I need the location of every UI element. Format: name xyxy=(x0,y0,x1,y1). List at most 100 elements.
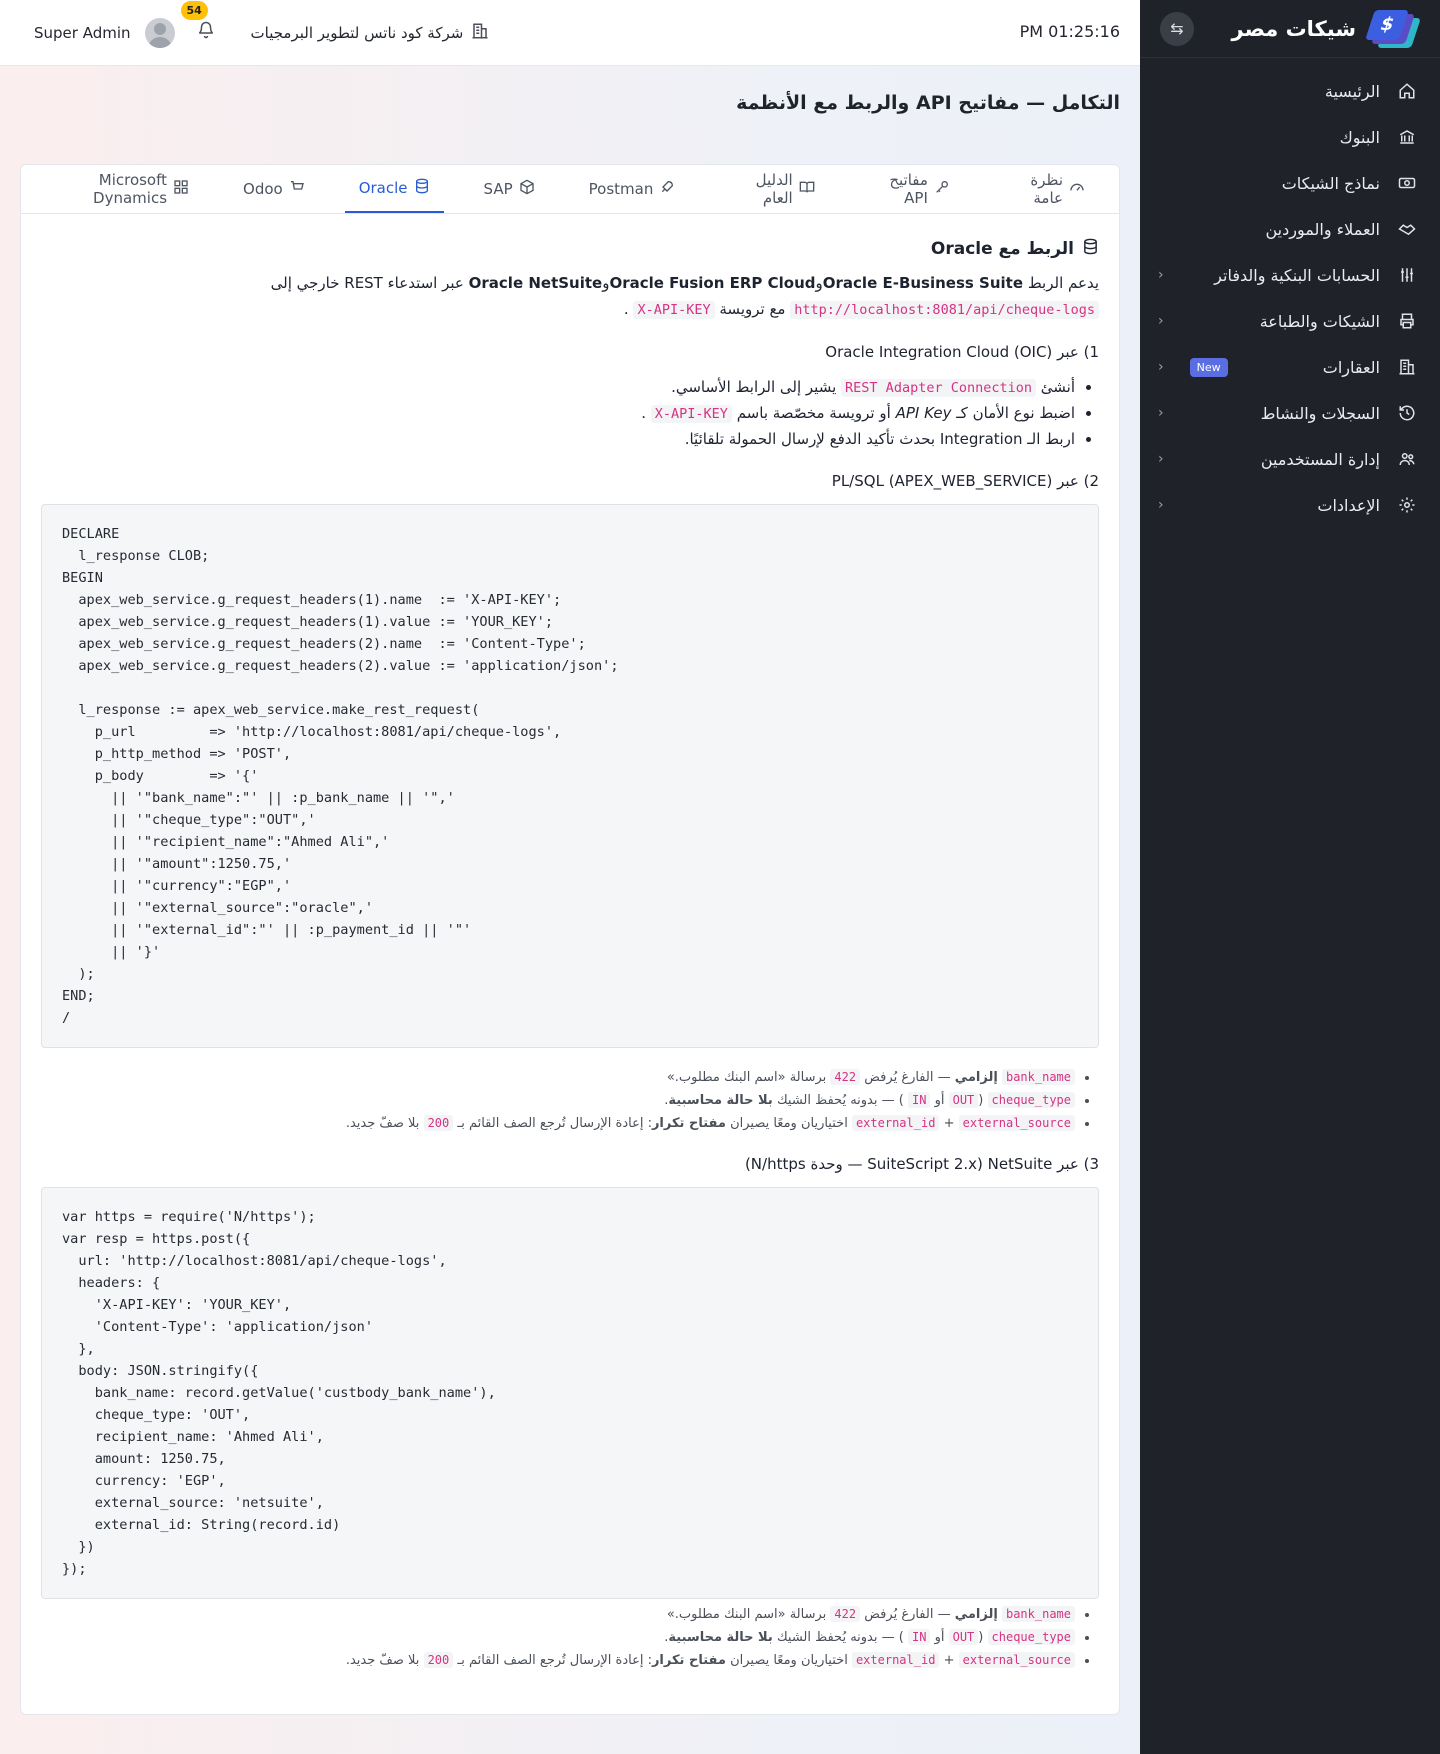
avatar[interactable] xyxy=(144,17,175,48)
field-notes: bank_name إلزامي — الفارغ يُرفض 422 برسا… xyxy=(41,1603,1099,1672)
text-bold: مفتاح تكرار xyxy=(651,1116,726,1131)
oracle-tab-content: الربط مع Oracle يدعم الربط Oracle E-Busi… xyxy=(21,214,1119,1672)
sidebar-item-cheque-templates[interactable]: نماذج الشيكات xyxy=(1140,160,1440,206)
sidebar-item-cheques-printing[interactable]: الشيكات والطباعة ‹ xyxy=(1140,298,1440,344)
chevron-left-icon: ‹ xyxy=(1158,267,1164,283)
inline-code: external_id xyxy=(851,1652,940,1668)
text: اختياريان ومعًا يصيران xyxy=(730,1116,848,1131)
cart-icon xyxy=(289,179,305,199)
bell-icon xyxy=(197,21,215,44)
integration-card: نظرة عامة مفاتيح API الدليل العام Postma… xyxy=(20,164,1120,1715)
notification-count-badge: 54 xyxy=(180,1,208,20)
inline-code: bank_name xyxy=(1001,1069,1075,1085)
chevron-left-icon: ‹ xyxy=(1158,451,1164,467)
tab-microsoft-dynamics[interactable]: Microsoft Dynamics xyxy=(21,165,203,213)
step-3-heading: 3) عبر NetSuite (SuiteScript 2.x — وحدة … xyxy=(744,1155,1099,1173)
book-icon xyxy=(799,179,815,199)
sidebar-item-bank-accounts[interactable]: الحسابات البنكية والدفاتر ‹ xyxy=(1140,252,1440,298)
text: بلا صفّ جديد. xyxy=(345,1653,420,1668)
netsuite-code-block: var https = require('N/https'); var resp… xyxy=(41,1187,1099,1599)
tab-label: Oracle xyxy=(358,179,408,197)
home-icon xyxy=(1396,80,1418,102)
netsuite-code: var https = require('N/https'); var resp… xyxy=(62,1209,496,1577)
notifications-button[interactable]: 54 xyxy=(180,1,215,44)
sidebar-item-clients[interactable]: العملاء والموردين xyxy=(1140,206,1440,252)
text: : إعادة الإرسال تُرجع الصف القائم بـ xyxy=(457,1653,652,1668)
text: بلا صفّ جديد. xyxy=(345,1116,420,1131)
text: اضبط نوع الأمان كـ xyxy=(956,404,1075,422)
integration-tabs: نظرة عامة مفاتيح API الدليل العام Postma… xyxy=(21,165,1119,214)
text-bold: بلا حالة محاسبية xyxy=(668,1093,773,1108)
text: أو xyxy=(934,1093,945,1108)
sidebar-item-label: السجلات والنشاط xyxy=(1260,403,1380,423)
tab-odoo[interactable]: Odoo xyxy=(229,165,319,213)
sidebar-item-label: البنوك xyxy=(1339,127,1380,147)
text: . xyxy=(641,404,646,422)
company-selector[interactable]: شركة كود ناتس لتطوير البرمجيات xyxy=(251,22,490,44)
text: — الفارغ يُرفض xyxy=(864,1070,951,1085)
tab-overview[interactable]: نظرة عامة xyxy=(990,165,1099,213)
tab-api-keys[interactable]: مفاتيح API xyxy=(855,165,964,213)
text: — الفارغ يُرفض xyxy=(864,1607,951,1622)
inline-code: external_source xyxy=(958,1652,1075,1668)
section-title-text: الربط مع Oracle xyxy=(930,239,1074,259)
tab-label: مفاتيح API xyxy=(889,171,928,207)
tab-label: SAP xyxy=(483,180,513,198)
inline-code: IN xyxy=(907,1629,931,1645)
text: برسالة «اسم البنك مطلوب.» xyxy=(666,1607,827,1622)
user-name[interactable]: Super Admin xyxy=(34,24,131,42)
text: أنشئ xyxy=(1040,378,1075,396)
endpoint-url: http://localhost:8081/api/cheque-logs xyxy=(790,301,1099,319)
sidebar-item-label: الرئيسية xyxy=(1324,81,1380,101)
text: اختياريان ومعًا يصيران xyxy=(730,1653,848,1668)
gear-icon xyxy=(1396,494,1418,516)
inline-code: bank_name xyxy=(1001,1606,1075,1622)
inline-code: cheque_type xyxy=(987,1629,1075,1645)
inline-code: OUT xyxy=(948,1629,979,1645)
text: ) — بدونه يُحفظ الشيك xyxy=(776,1630,904,1645)
sidebar-item-logs[interactable]: السجلات والنشاط ‹ xyxy=(1140,390,1440,436)
sidebar-item-users[interactable]: إدارة المستخدمين ‹ xyxy=(1140,436,1440,482)
new-badge: New xyxy=(1189,357,1228,377)
intro-text: مع ترويسة xyxy=(719,300,786,318)
sidebar-item-banks[interactable]: البنوك xyxy=(1140,114,1440,160)
tab-oracle[interactable]: Oracle xyxy=(344,165,444,213)
users-icon xyxy=(1396,448,1418,470)
sidebar-item-settings[interactable]: الإعدادات ‹ xyxy=(1140,482,1440,528)
inline-code: OUT xyxy=(948,1092,979,1108)
inline-code: external_source xyxy=(958,1115,1075,1131)
sidebar-item-real-estate[interactable]: العقارات New ‹ xyxy=(1140,344,1440,390)
inline-code: 422 xyxy=(830,1069,861,1085)
inline-code: IN xyxy=(907,1092,931,1108)
sidebar-item-label: إدارة المستخدمين xyxy=(1260,449,1380,469)
intro-text: عبر استدعاء REST خارجي إلى xyxy=(270,274,464,292)
sidebar-toggle-button[interactable]: ⇆ xyxy=(1160,11,1194,46)
sidebar-item-label: العملاء والموردين xyxy=(1265,219,1381,239)
tab-sap[interactable]: SAP xyxy=(470,165,549,213)
tab-label: Microsoft Dynamics xyxy=(93,171,168,207)
tab-general-guide[interactable]: الدليل العام xyxy=(715,165,828,213)
product-ebs: Oracle E-Business Suite xyxy=(822,274,1024,292)
list-item: bank_name إلزامي — الفارغ يُرفض 422 برسا… xyxy=(41,1066,1075,1089)
text-bold: مفتاح تكرار xyxy=(651,1653,726,1668)
sidebar-item-label: نماذج الشيكات xyxy=(1281,173,1380,193)
sidebar-item-label: العقارات xyxy=(1322,357,1380,377)
chevron-left-icon: ‹ xyxy=(1158,497,1164,513)
inline-code: X-API-KEY xyxy=(650,405,732,423)
list-item: أنشئ REST Adapter Connection يشير إلى ال… xyxy=(41,375,1075,401)
list-item: cheque_type (OUT أو IN ) — بدونه يُحفظ ا… xyxy=(41,1089,1075,1112)
printer-icon xyxy=(1396,310,1418,332)
intro-and: و xyxy=(815,274,823,292)
tab-postman[interactable]: Postman xyxy=(575,165,690,213)
emphasis: API Key xyxy=(895,404,952,422)
inline-code: 200 xyxy=(423,1115,454,1131)
step-1-list: أنشئ REST Adapter Connection يشير إلى ال… xyxy=(41,375,1099,452)
database-icon xyxy=(1082,238,1099,260)
inline-code: 200 xyxy=(423,1652,454,1668)
sidebar-item-home[interactable]: الرئيسية xyxy=(1140,68,1440,114)
handshake-icon xyxy=(1396,218,1418,240)
oracle-intro: يدعم الربط Oracle E-Business SuiteوOracl… xyxy=(41,270,1099,323)
building-icon xyxy=(471,22,489,44)
company-name: شركة كود ناتس لتطوير البرمجيات xyxy=(250,23,464,42)
text: + xyxy=(943,1116,955,1131)
